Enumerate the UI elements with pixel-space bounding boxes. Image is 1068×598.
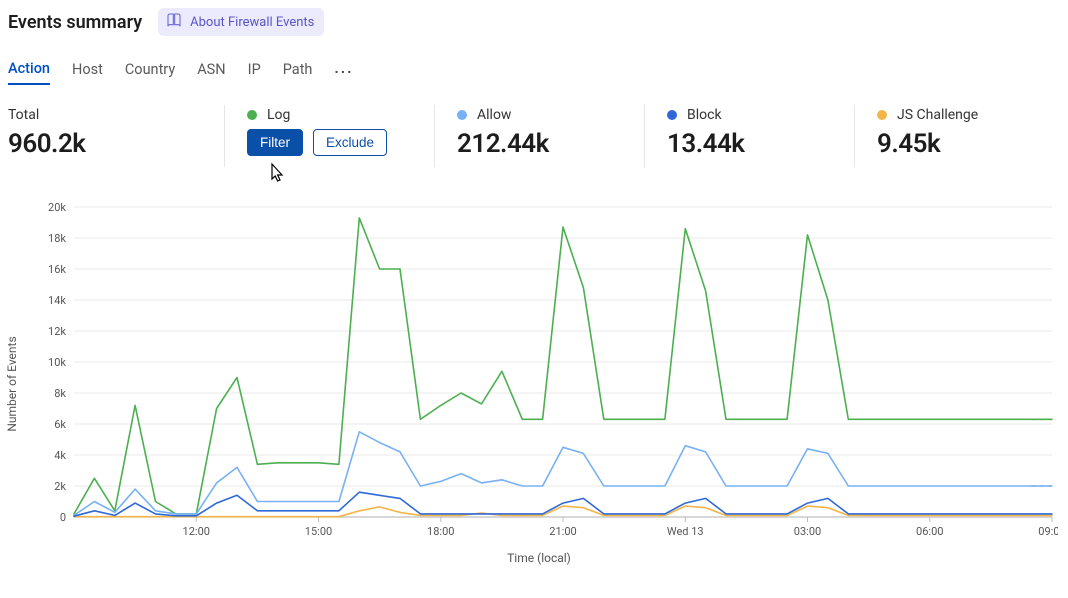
stat-label-allow: Allow [477,107,511,123]
tab-asn[interactable]: ASN [197,61,225,84]
stat-total-value: 960.2k [8,129,224,159]
exclude-button[interactable]: Exclude [313,129,387,156]
book-icon [166,12,182,32]
legend-dot-jsc [877,110,887,120]
svg-text:Wed 13: Wed 13 [667,525,704,538]
legend-dot-allow [457,110,467,120]
svg-text:12:00: 12:00 [183,525,210,538]
legend-dot-log [247,110,257,120]
tab-country[interactable]: Country [125,61,175,84]
stat-label-jsc: JS Challenge [897,107,978,123]
stat-jsc: JS Challenge 9.45k [854,105,1064,167]
tab-path[interactable]: Path [283,61,313,84]
svg-text:18k: 18k [48,232,66,245]
stat-value-allow: 212.44k [457,129,644,159]
svg-text:18:00: 18:00 [427,525,454,538]
svg-text:14k: 14k [48,294,66,307]
svg-text:0: 0 [60,511,66,524]
tab-ip[interactable]: IP [248,61,261,84]
svg-text:06:00: 06:00 [916,525,943,538]
chart-y-axis-label: Number of Events [5,336,19,431]
stat-label-log: Log [267,107,290,123]
stat-label-block: Block [687,107,722,123]
svg-text:10k: 10k [48,356,66,369]
stat-total: Total 960.2k [8,105,224,167]
svg-text:4k: 4k [54,449,66,462]
more-tabs-icon[interactable]: ··· [334,64,353,81]
filter-button[interactable]: Filter [247,129,303,156]
chart-x-axis-label: Time (local) [18,551,1060,565]
tabs: Action Host Country ASN IP Path ··· [8,60,1060,85]
stat-log: Log Filter Exclude [224,105,434,167]
stat-total-label: Total [8,107,39,123]
svg-text:6k: 6k [54,418,66,431]
events-chart: Number of Events 02k4k6k8k10k12k14k16k18… [18,203,1060,565]
stat-allow: Allow 212.44k [434,105,644,167]
svg-text:09:00: 09:00 [1038,525,1058,538]
svg-text:8k: 8k [54,387,66,400]
stat-value-jsc: 9.45k [877,129,1064,159]
tab-host[interactable]: Host [72,61,103,84]
svg-text:12k: 12k [48,325,66,338]
about-label: About Firewall Events [190,15,314,30]
svg-text:2k: 2k [54,480,66,493]
svg-text:16k: 16k [48,263,66,276]
page-title: Events summary [8,12,142,33]
svg-text:03:00: 03:00 [794,525,821,538]
svg-text:21:00: 21:00 [549,525,576,538]
stat-value-block: 13.44k [667,129,854,159]
about-firewall-events-link[interactable]: About Firewall Events [158,8,324,36]
stat-block: Block 13.44k [644,105,854,167]
stats-row: Total 960.2k Log Filter Exclude Allow 212.44… [8,105,1060,167]
legend-dot-block [667,110,677,120]
tab-action[interactable]: Action [8,60,50,85]
svg-text:20k: 20k [48,203,66,214]
svg-text:15:00: 15:00 [305,525,332,538]
